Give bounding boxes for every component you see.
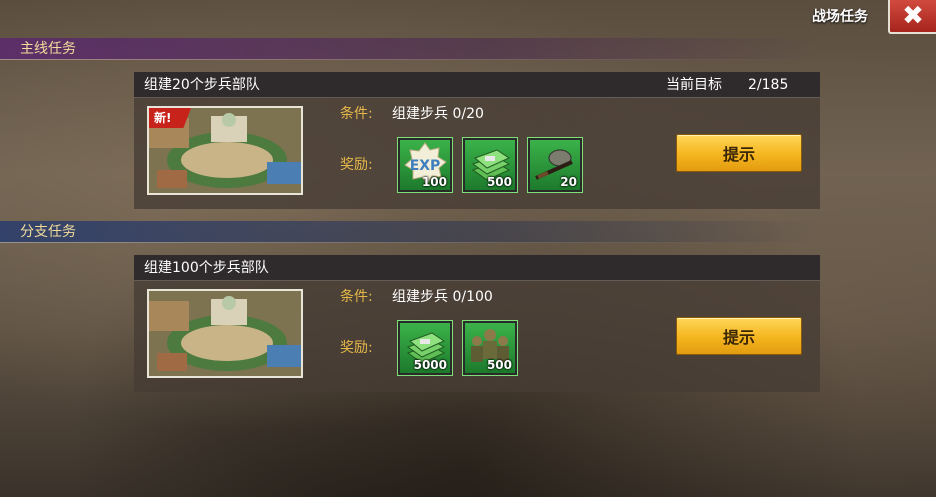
- reward-label: 奖励:: [340, 157, 373, 173]
- quest-header: 组建100个步兵部队: [134, 255, 820, 281]
- window-title: 战场任务: [812, 9, 868, 25]
- close-icon: ✖: [902, 1, 924, 31]
- reward-amount: 500: [486, 358, 512, 372]
- reward-weapon[interactable]: 20: [527, 137, 583, 193]
- condition-label: 条件:: [340, 106, 373, 122]
- quest-title: 组建20个步兵部队: [144, 77, 260, 93]
- goal-value: 2/185: [748, 77, 789, 93]
- close-button[interactable]: ✖: [888, 0, 936, 34]
- quest-thumbnail: [147, 289, 303, 378]
- reward-troops[interactable]: 500: [462, 320, 518, 376]
- condition-label: 条件:: [340, 289, 373, 305]
- quest-card-main: 组建20个步兵部队 当前目标 2/185 新! 条件: 组建步兵 0/20 奖励…: [134, 72, 820, 209]
- base-image: [149, 291, 301, 376]
- quest-card-branch: 组建100个步兵部队 条件: 组建步兵 0/100 奖励: 5000 500 提…: [134, 255, 820, 392]
- quest-header: 组建20个步兵部队 当前目标 2/185: [134, 72, 820, 98]
- goal-label: 当前目标: [666, 77, 722, 93]
- reward-amount: 100: [421, 175, 447, 189]
- reward-label: 奖励:: [340, 340, 373, 356]
- reward-cash[interactable]: 5000: [397, 320, 453, 376]
- condition-value: 组建步兵 0/20: [392, 106, 484, 122]
- hint-button[interactable]: 提示: [676, 317, 802, 355]
- reward-amount: 500: [486, 175, 512, 189]
- quest-title: 组建100个步兵部队: [144, 260, 269, 276]
- quest-thumbnail: 新!: [147, 106, 303, 195]
- svg-text:EXP: EXP: [410, 158, 441, 174]
- reward-amount: 5000: [413, 358, 447, 372]
- section-header-branch: 分支任务: [0, 221, 820, 243]
- hint-button[interactable]: 提示: [676, 134, 802, 172]
- section-header-main: 主线任务: [0, 38, 820, 60]
- condition-value: 组建步兵 0/100: [392, 289, 493, 305]
- reward-exp[interactable]: EXP 100: [397, 137, 453, 193]
- reward-cash[interactable]: 500: [462, 137, 518, 193]
- reward-amount: 20: [560, 175, 577, 189]
